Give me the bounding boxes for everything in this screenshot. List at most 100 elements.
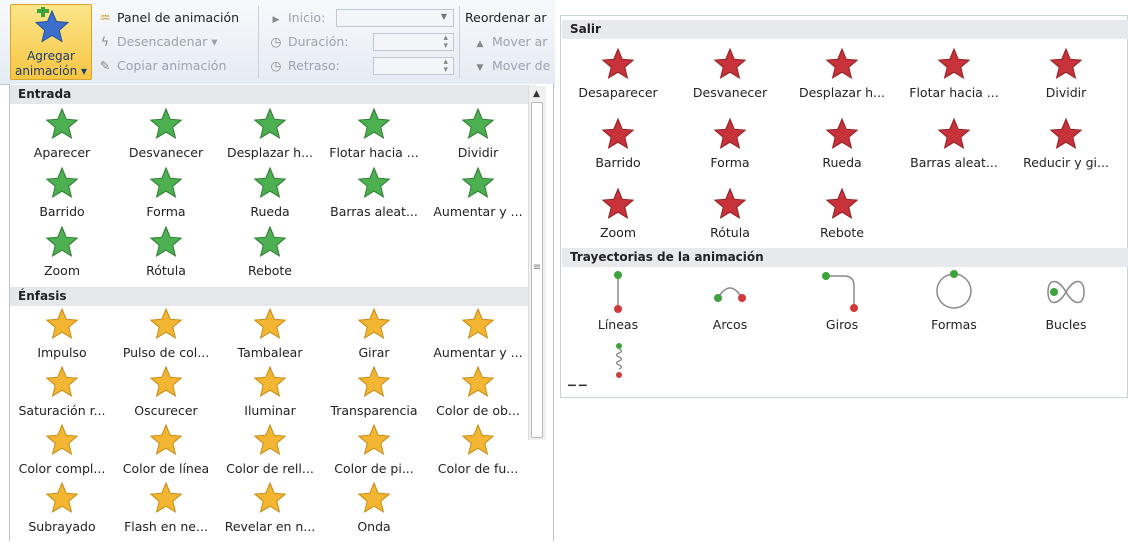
- red-star-icon: [786, 186, 898, 222]
- exit-header: Salir: [562, 20, 1128, 39]
- red-star-icon: [786, 46, 898, 82]
- play-icon: ▶: [272, 15, 280, 25]
- motion-path-item-label: Líneas: [597, 317, 639, 332]
- exit-effect-item[interactable]: Rebote: [786, 186, 898, 256]
- exit-effect-item-label: Desvanecer: [692, 85, 768, 100]
- emphasis-effect-item[interactable]: Revelar en n...: [218, 480, 322, 550]
- duration-input[interactable]: ▴ ▾: [373, 33, 454, 51]
- gold-star-icon: [10, 364, 114, 400]
- emphasis-effect-item-label: Tambalear: [237, 345, 303, 360]
- emphasis-effect-item-label: Flash en ne...: [124, 519, 208, 534]
- exit-effect-item[interactable]: Rueda: [786, 116, 898, 186]
- entrance-effect-item[interactable]: Aumentar y ...: [426, 165, 530, 235]
- emphasis-effect-item[interactable]: Subrayado: [10, 480, 114, 550]
- entrance-effect-item[interactable]: Rebote: [218, 224, 322, 294]
- start-dropdown[interactable]: ▼: [336, 9, 454, 27]
- entrance-effect-item-label: Barrido: [39, 204, 85, 219]
- emphasis-effect-item-label: Color de rell...: [226, 461, 314, 476]
- move-later-button[interactable]: ▼ Mover de: [472, 56, 553, 76]
- exit-effect-item-label: Flotar hacia ...: [909, 85, 999, 100]
- gold-star-icon: [10, 306, 114, 342]
- entrance-effect-item[interactable]: Rótula: [114, 224, 218, 294]
- red-star-icon: [674, 186, 786, 222]
- clock-icon: ◷: [270, 58, 282, 73]
- motion-path-icon: [674, 270, 786, 314]
- exit-effect-item[interactable]: Reducir y gi...: [1010, 116, 1122, 186]
- emphasis-effect-item-label: Iluminar: [244, 403, 296, 418]
- spin-icon: ▴ ▾: [443, 57, 448, 75]
- start-label: Inicio:: [288, 10, 326, 25]
- exit-effect-item[interactable]: Zoom: [562, 186, 674, 256]
- exit-effect-item-label: Barrido: [595, 155, 641, 170]
- gold-star-icon: [322, 306, 426, 342]
- gold-star-icon: [114, 364, 218, 400]
- delay-label: Retraso:: [288, 58, 340, 73]
- copy-animation-button[interactable]: ✎ Copiar animación: [97, 56, 227, 76]
- ribbon-separator: [459, 6, 460, 78]
- exit-effect-item-label: Zoom: [599, 225, 637, 240]
- green-star-icon: [426, 106, 530, 142]
- motion-path-item[interactable]: Bucles: [1010, 270, 1122, 340]
- green-star-icon: [218, 224, 322, 260]
- red-star-icon: [562, 116, 674, 152]
- clipped-text: ▔ ▔: [568, 386, 587, 397]
- exit-effect-item[interactable]: Rótula: [674, 186, 786, 256]
- move-earlier-label: Mover ar: [492, 34, 548, 49]
- add-animation-button[interactable]: Agregar animación ▾: [10, 4, 92, 80]
- gold-star-icon: [218, 422, 322, 458]
- green-star-icon: [10, 165, 114, 201]
- triangle-down-icon: ▼: [476, 63, 484, 73]
- exit-effect-item-label: Desplazar h...: [798, 85, 886, 100]
- exit-effect-item-label: Barras aleat...: [910, 155, 998, 170]
- entrance-effect-item[interactable]: Zoom: [10, 224, 114, 294]
- exit-effect-item[interactable]: Forma: [674, 116, 786, 186]
- motion-path-item[interactable]: Líneas: [562, 270, 674, 340]
- motion-path-item[interactable]: Formas: [898, 270, 1010, 340]
- green-star-icon: [218, 106, 322, 142]
- exit-effect-item[interactable]: Barrido: [562, 116, 674, 186]
- delay-input[interactable]: ▴ ▾: [373, 57, 454, 75]
- entrance-effect-item-label: Aumentar y ...: [433, 204, 523, 219]
- emphasis-effect-item-label: Revelar en n...: [224, 519, 316, 534]
- exit-effect-item[interactable]: Desplazar h...: [786, 46, 898, 116]
- add-animation-label-2: animación ▾: [14, 64, 88, 78]
- custom-path-icon[interactable]: [612, 343, 626, 386]
- entrance-effect-item-label: Desplazar h...: [226, 145, 314, 160]
- exit-effect-item[interactable]: Barras aleat...: [898, 116, 1010, 186]
- emphasis-effect-item[interactable]: Flash en ne...: [114, 480, 218, 550]
- emphasis-effect-item-label: Color de pi...: [334, 461, 414, 476]
- gold-star-icon: [426, 422, 530, 458]
- emphasis-effect-item-label: Saturación r...: [18, 403, 106, 418]
- exit-effect-item-label: Rótula: [710, 225, 750, 240]
- gold-star-icon: [218, 364, 322, 400]
- motion-path-item[interactable]: Arcos: [674, 270, 786, 340]
- emphasis-effect-item-label: Pulso de col...: [122, 345, 210, 360]
- entrance-effect-item-label: Barras aleat...: [330, 204, 418, 219]
- animation-pane-button[interactable]: ♒ Panel de animación: [97, 8, 239, 28]
- move-earlier-button[interactable]: ▲ Mover ar: [472, 32, 553, 52]
- reorder-label: Reordenar ar: [465, 10, 547, 25]
- spin-icon: ▴ ▾: [443, 33, 448, 51]
- gold-star-icon: [114, 480, 218, 516]
- emphasis-effect-item[interactable]: Color de fu...: [426, 422, 530, 492]
- start-label-row: ▶ Inicio:: [268, 8, 326, 28]
- delay-label-row: ◷ Retraso:: [268, 56, 340, 76]
- green-star-icon: [114, 165, 218, 201]
- emphasis-effect-item[interactable]: Onda: [322, 480, 426, 550]
- exit-effect-item-label: Desaparecer: [578, 85, 658, 100]
- entrance-header: Entrada: [10, 85, 535, 104]
- motion-path-item-label: Giros: [825, 317, 859, 332]
- motion-path-item-label: Arcos: [712, 317, 748, 332]
- emphasis-effect-item-label: Transparencia: [330, 403, 418, 418]
- scroll-up-icon[interactable]: ▲: [528, 86, 545, 102]
- emphasis-effect-item-label: Onda: [357, 519, 391, 534]
- exit-effect-item[interactable]: Flotar hacia ...: [898, 46, 1010, 116]
- ribbon-separator: [258, 6, 259, 78]
- exit-effect-item[interactable]: Desvanecer: [674, 46, 786, 116]
- exit-effect-item[interactable]: Desaparecer: [562, 46, 674, 116]
- trigger-button[interactable]: ϟ Desencadenar ▾: [97, 32, 218, 52]
- motion-path-item[interactable]: Giros: [786, 270, 898, 340]
- exit-effect-item[interactable]: Dividir: [1010, 46, 1122, 116]
- entrance-effect-item[interactable]: Barras aleat...: [322, 165, 426, 235]
- copy-animation-label: Copiar animación: [117, 58, 227, 73]
